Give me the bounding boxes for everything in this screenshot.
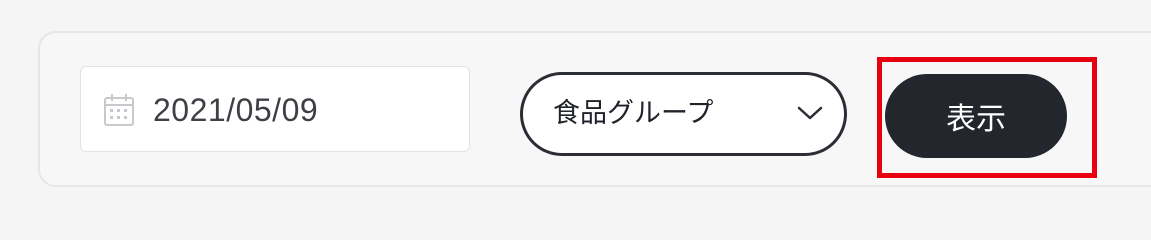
date-field[interactable]: 2021/05/09: [80, 66, 470, 152]
date-value: 2021/05/09: [153, 92, 319, 128]
calendar-icon: [104, 94, 134, 126]
food-group-select[interactable]: 食品グループ: [520, 72, 847, 156]
food-group-select-label: 食品グループ: [553, 98, 714, 129]
chevron-down-icon: [797, 106, 823, 120]
show-button[interactable]: 表示: [885, 74, 1067, 158]
